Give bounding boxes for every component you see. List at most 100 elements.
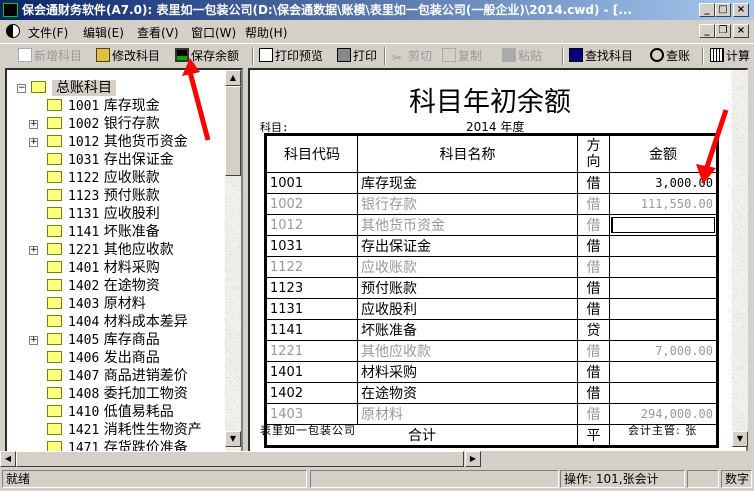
table-row[interactable]: 1141 坏账准备贷 <box>265 319 718 341</box>
tree-item[interactable]: 1123 预付账款 <box>47 187 160 205</box>
scroll-up-button[interactable]: ▲ <box>225 70 241 86</box>
amount-cell[interactable] <box>609 298 718 320</box>
find-subject-button[interactable]: 查找科目 <box>569 47 633 65</box>
scroll-down-button[interactable]: ▼ <box>225 431 241 447</box>
code-cell: 1001 <box>265 172 358 194</box>
tree-item[interactable]: 1410 低值易耗品 <box>47 403 174 421</box>
amount-cell[interactable]: 3,000.00 <box>609 172 718 194</box>
tree-item[interactable]: 1122 应收账款 <box>47 169 160 187</box>
tree-item[interactable]: 1408 委托加工物资 <box>47 385 188 403</box>
menu-window[interactable]: 窗口(W) <box>191 24 236 41</box>
horizontal-scrollbar[interactable]: ◀ ▶ <box>0 451 748 467</box>
table-row[interactable]: 1001 库存现金借 3,000.00 <box>265 172 718 194</box>
scroll-left-button[interactable]: ◀ <box>0 451 16 467</box>
save-balance-button[interactable]: 保存余额 <box>175 47 239 65</box>
menu-help[interactable]: 帮助(H) <box>245 24 287 41</box>
name-cell: 材料采购 <box>357 361 578 383</box>
print-preview-button[interactable]: 打印预览 <box>259 47 323 65</box>
tree-item-code: 1122 <box>68 171 100 186</box>
tree-item[interactable]: 1012 其他货币资金 <box>47 133 188 151</box>
tree-item[interactable]: 1402 在途物资 <box>47 277 160 295</box>
expand-toggle[interactable]: + <box>29 246 38 255</box>
menu-view[interactable]: 查看(V) <box>137 24 179 41</box>
tree-item[interactable]: 1031 存出保证金 <box>47 151 174 169</box>
edit-subject-button[interactable]: 修改科目 <box>96 47 160 65</box>
tree-item-code: 1408 <box>68 387 100 402</box>
separator <box>384 47 386 65</box>
amount-cell[interactable] <box>609 361 718 383</box>
tree-item[interactable]: 1405 库存商品 <box>47 331 160 349</box>
menu-edit[interactable]: 编辑(E) <box>83 24 124 41</box>
print-button[interactable]: 打印 <box>337 47 377 65</box>
folder-icon <box>47 369 62 381</box>
amount-cell[interactable]: 7,000.00 <box>609 340 718 362</box>
code-cell: 1123 <box>265 277 358 299</box>
scroll-thumb[interactable] <box>16 451 464 467</box>
amount-cell[interactable] <box>609 214 718 236</box>
scroll-thumb[interactable] <box>225 86 241 176</box>
tree-item[interactable]: 1407 商品进销差价 <box>47 367 188 385</box>
table-row[interactable]: 1401 材料采购借 <box>265 361 718 383</box>
child-minimize-button[interactable]: _ <box>699 24 715 38</box>
copy-icon <box>442 48 456 62</box>
code-cell: 1131 <box>265 298 358 320</box>
expand-toggle[interactable]: + <box>29 138 38 147</box>
tree-item[interactable]: 1406 发出商品 <box>47 349 160 367</box>
expand-toggle[interactable]: + <box>29 120 38 129</box>
tree-item[interactable]: 1002 银行存款 <box>47 115 160 133</box>
tree-item[interactable]: 1221 其他应收款 <box>47 241 174 259</box>
table-row[interactable]: 1012 其他货币资金借 <box>265 214 718 236</box>
tree-item[interactable]: 1404 材料成本差异 <box>47 313 188 331</box>
new-subject-button[interactable]: 新增科目 <box>18 47 82 65</box>
amount-input[interactable] <box>611 217 715 233</box>
scroll-right-button[interactable]: ▶ <box>465 451 481 467</box>
child-restore-button[interactable]: ❐ <box>715 24 731 38</box>
check-account-button[interactable]: 查账 <box>650 47 690 65</box>
copy-button[interactable]: 复制 <box>442 47 482 65</box>
tree-item[interactable]: 1401 材料采购 <box>47 259 160 277</box>
amount-cell[interactable] <box>609 235 718 257</box>
amount-cell[interactable] <box>609 382 718 404</box>
separator <box>562 47 564 65</box>
cut-button[interactable]: ✂ 剪切 <box>392 47 432 65</box>
table-row[interactable]: 1131 应收股利借 <box>265 298 718 320</box>
tree-item[interactable]: 1001 库存现金 <box>47 97 160 115</box>
table-row[interactable]: 1123 预付账款借 <box>265 277 718 299</box>
collapse-toggle[interactable]: − <box>17 84 26 93</box>
tree-root[interactable]: 总账科目 <box>31 79 116 97</box>
tree-vertical-scrollbar[interactable]: ▲ ▼ <box>225 70 241 463</box>
amount-cell[interactable] <box>609 319 718 341</box>
paste-icon <box>502 48 516 62</box>
tree-item[interactable]: 1141 坏账准备 <box>47 223 160 241</box>
paste-button[interactable]: 粘贴 <box>502 47 542 65</box>
yin-yang-icon[interactable] <box>6 24 20 38</box>
table-row[interactable]: 1031 存出保证金借 <box>265 235 718 257</box>
amount-cell[interactable] <box>609 256 718 278</box>
expand-toggle[interactable]: + <box>29 336 38 345</box>
tree-item[interactable]: 1421 消耗性生物资产 <box>47 421 202 439</box>
tree-item[interactable]: 1403 原材料 <box>47 295 146 313</box>
amount-cell[interactable]: 111,550.00 <box>609 193 718 215</box>
folder-icon <box>47 387 62 399</box>
table-row[interactable]: 1221 其他应收款借 7,000.00 <box>265 340 718 362</box>
table-row[interactable]: 1002 银行存款借 111,550.00 <box>265 193 718 215</box>
child-close-button[interactable]: × <box>733 24 749 38</box>
minimize-button[interactable]: _ <box>699 3 715 17</box>
tree-item-code: 1404 <box>68 315 100 330</box>
label: 查找科目 <box>585 49 634 63</box>
amount-cell[interactable] <box>609 277 718 299</box>
tree-item-name: 应收股利 <box>103 206 160 222</box>
report-vertical-scrollbar[interactable]: ▼ <box>732 70 748 447</box>
scroll-down-button[interactable]: ▼ <box>732 431 748 447</box>
maximize-button[interactable]: □ <box>715 3 731 17</box>
balance-table: 科目代码 科目名称 方向 金额 1001 库存现金借 3,000.00 1002 银行存… <box>264 133 719 448</box>
table-row[interactable]: 1122 应收账款借 <box>265 256 718 278</box>
direction-cell: 借 <box>577 235 610 257</box>
tree-item-name: 商品进销差价 <box>103 368 188 384</box>
calculator-button[interactable]: 计算 <box>710 47 750 65</box>
menu-file[interactable]: 文件(F) <box>28 24 68 41</box>
table-row[interactable]: 1402 在途物资借 <box>265 382 718 404</box>
tree-item[interactable]: 1131 应收股利 <box>47 205 160 223</box>
header-amount: 金额 <box>609 134 718 173</box>
close-button[interactable]: × <box>733 3 749 17</box>
